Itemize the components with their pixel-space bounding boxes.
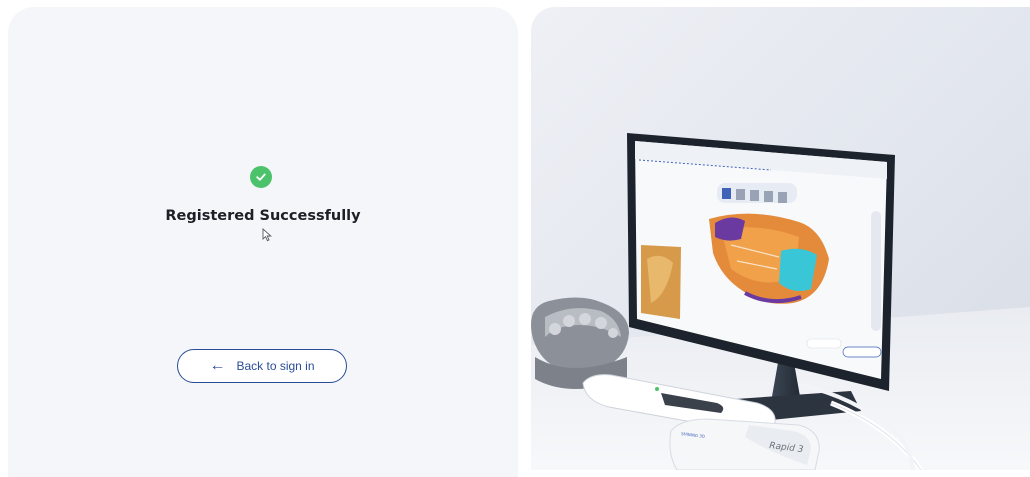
arrow-left-icon: ←: [209, 357, 226, 374]
mouse-cursor-icon: [262, 227, 272, 247]
check-circle-icon: [250, 166, 272, 188]
back-to-sign-in-button[interactable]: ← Back to sign in: [177, 349, 347, 383]
back-button-label: Back to sign in: [236, 359, 315, 373]
scanner-illustration: Rapid 3 SHINING 3D: [531, 133, 1030, 470]
success-title: Registered Successfully: [165, 208, 361, 224]
registration-panel: Registered Successfully ← Back to sign i…: [8, 7, 518, 477]
product-hero-image: Rapid 3 SHINING 3D: [531, 7, 1030, 470]
